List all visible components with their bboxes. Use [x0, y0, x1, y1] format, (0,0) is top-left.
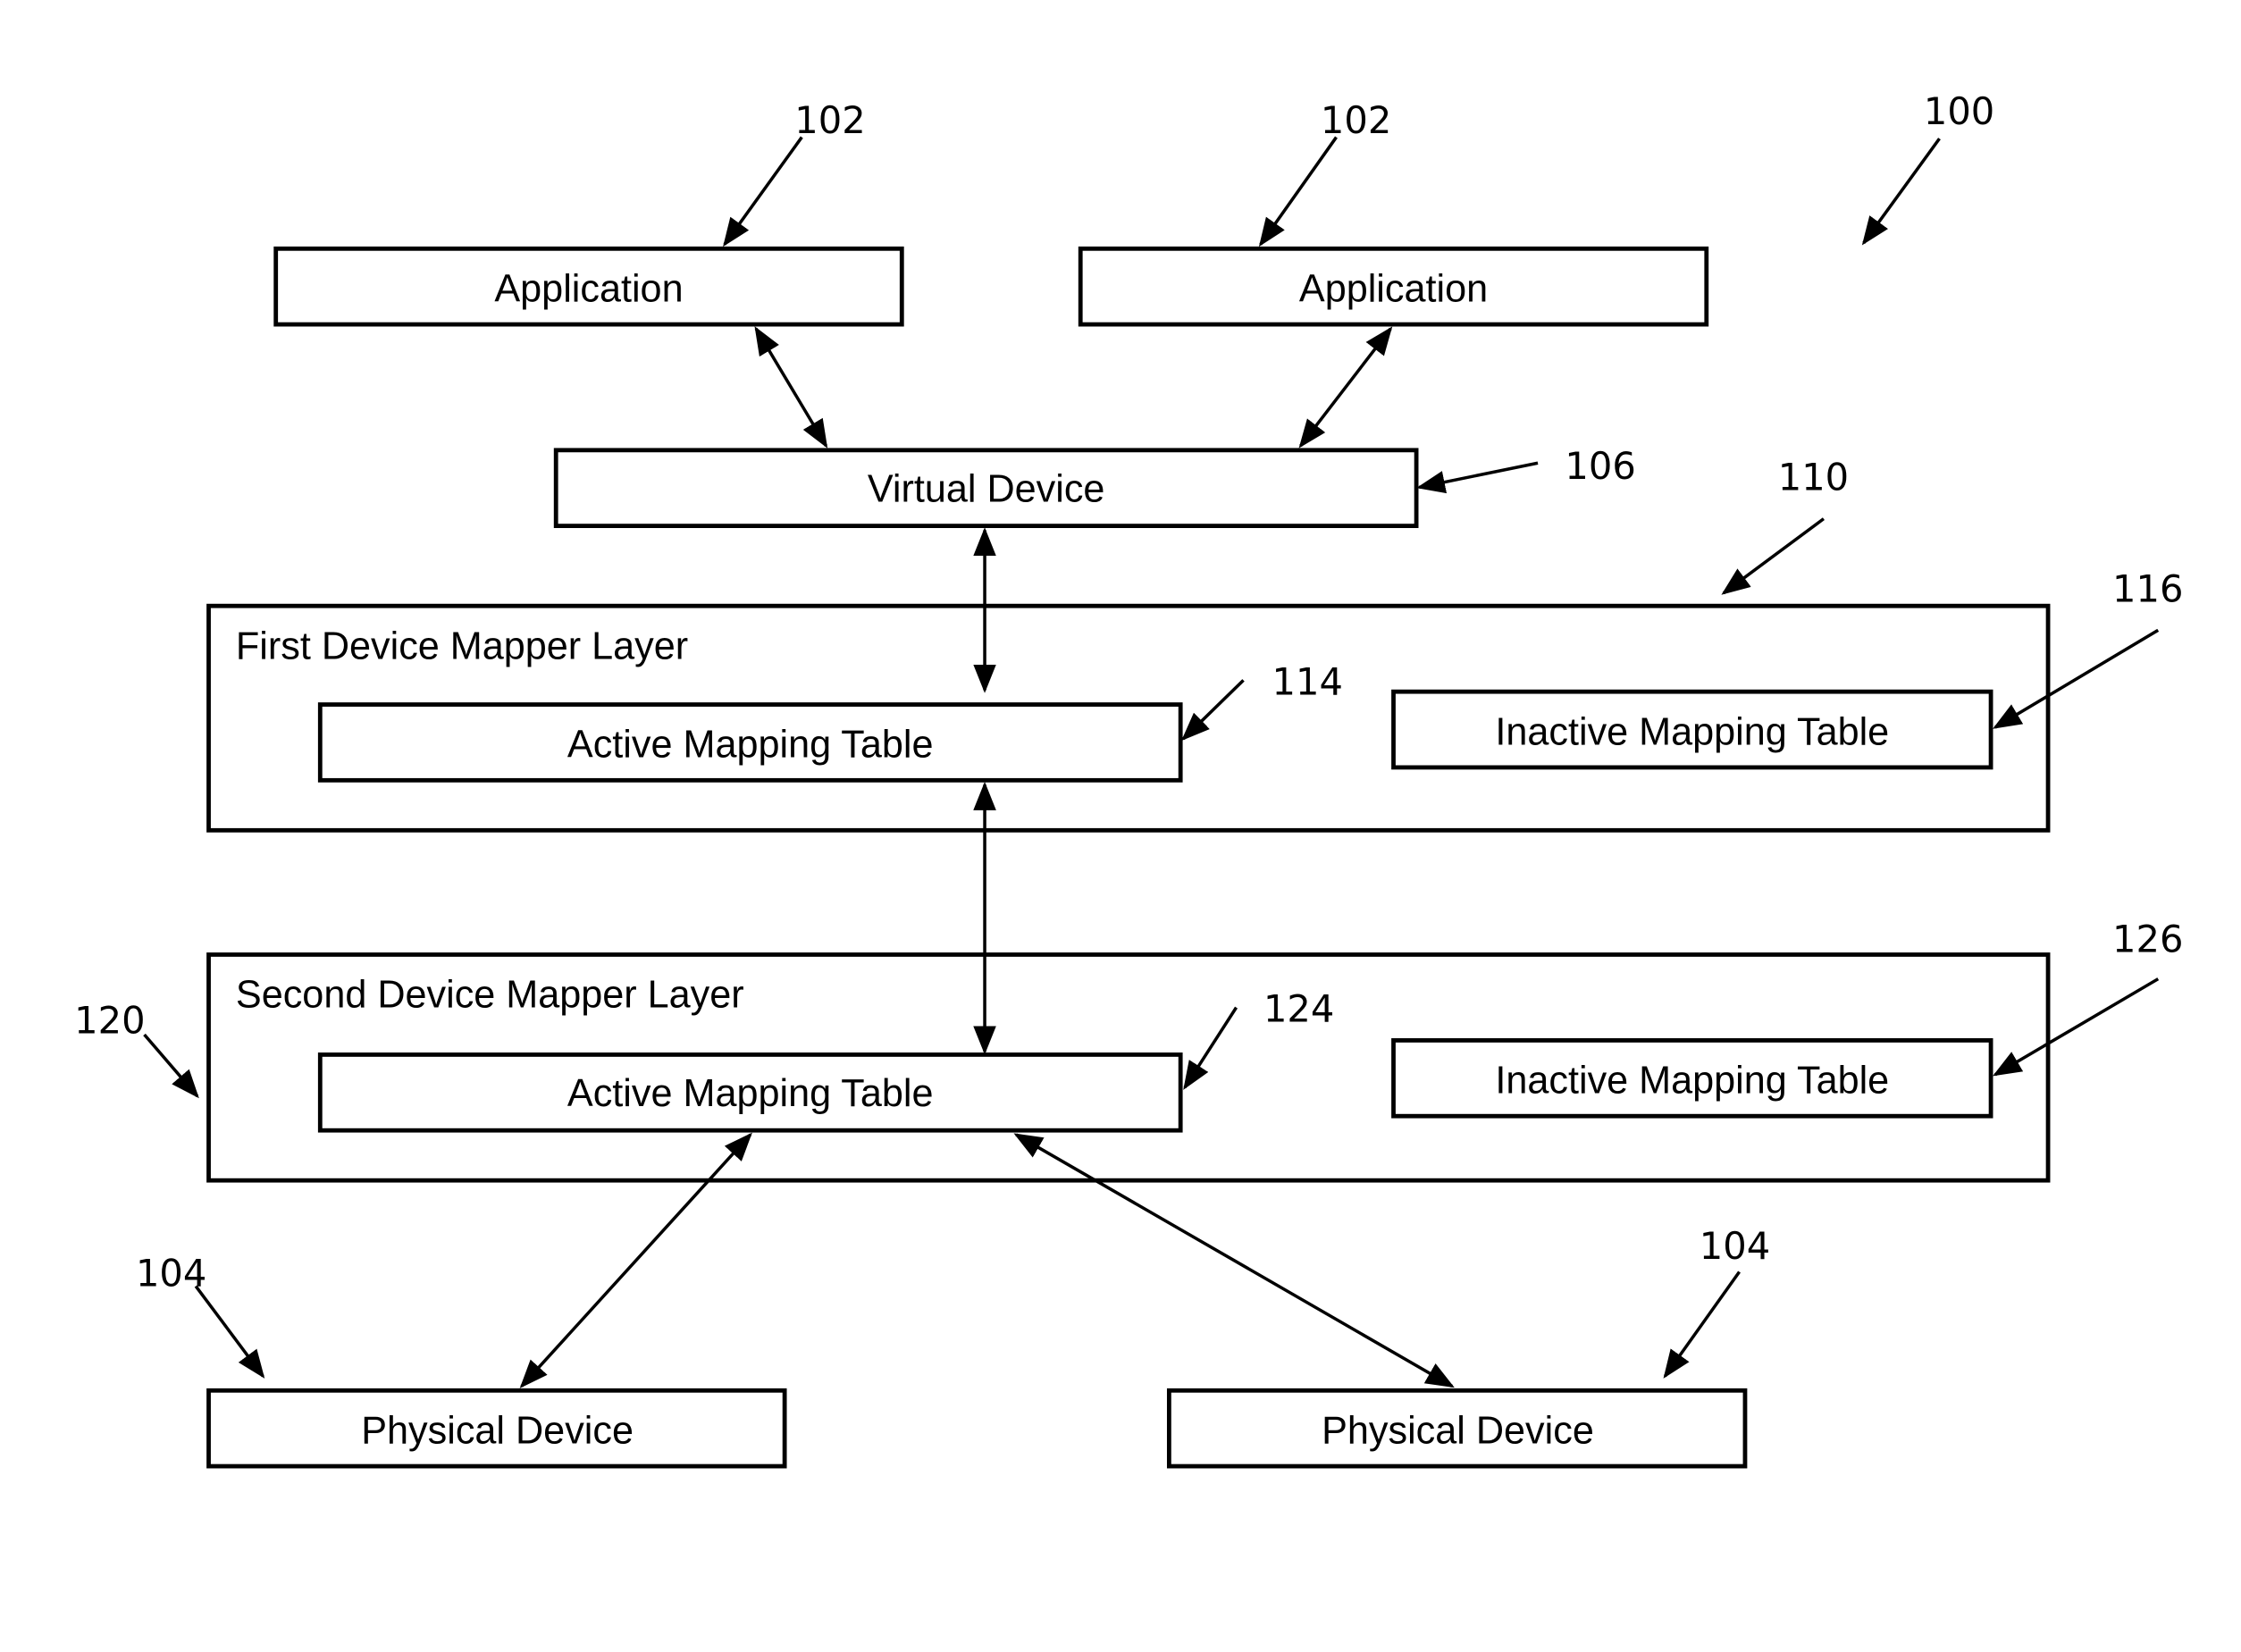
application-box-2: Application [1078, 246, 1709, 327]
ref-numeral-114: 114 [1272, 659, 1343, 703]
physical-device-label: Physical Device [361, 1409, 634, 1452]
virtual-device-box: Virtual Device [553, 448, 1419, 529]
second-layer-label: Second Device Mapper Layer [236, 974, 744, 1017]
ref-numeral-102: 102 [794, 98, 865, 142]
ref-numeral-104: 104 [136, 1252, 206, 1296]
leader-arrow-120 [143, 1033, 199, 1099]
physical-device-box-2: Physical Device [1166, 1388, 1748, 1469]
physical-device-box-1: Physical Device [206, 1388, 787, 1469]
ref-numeral-106: 106 [1565, 444, 1635, 488]
ref-numeral-120: 120 [74, 998, 145, 1042]
leader-arrow-102-b [1258, 136, 1338, 247]
connector-app1-virtual [754, 326, 828, 449]
first-layer-label: First Device Mapper Layer [236, 625, 688, 667]
application-label: Application [1299, 267, 1488, 310]
second-active-mapping-table: Active Mapping Table [317, 1052, 1183, 1133]
leader-arrow-102-a [723, 136, 803, 247]
device-mapper-diagram: First Device Mapper Layer Second Device … [74, 89, 2183, 1469]
ref-numeral-100: 100 [1924, 89, 1994, 133]
leader-arrow-104-a [194, 1285, 265, 1379]
application-box-1: Application [273, 246, 904, 327]
ref-numeral-102: 102 [1321, 98, 1391, 142]
ref-numeral-104: 104 [1700, 1224, 1770, 1268]
application-label: Application [494, 267, 683, 310]
leader-arrow-110 [1721, 517, 1825, 595]
virtual-device-label: Virtual Device [868, 467, 1105, 510]
first-inactive-mapping-table: Inactive Mapping Table [1391, 689, 1993, 770]
leader-arrow-104-b [1663, 1270, 1742, 1379]
leader-arrow-100 [1861, 138, 1941, 246]
second-inactive-mapping-table: Inactive Mapping Table [1391, 1038, 1993, 1119]
ref-numeral-110: 110 [1778, 456, 1849, 499]
ref-numeral-126: 126 [2112, 917, 2183, 960]
inactive-table-label: Inactive Mapping Table [1495, 1060, 1889, 1103]
physical-device-label: Physical Device [1322, 1409, 1594, 1452]
ref-numeral-124: 124 [1263, 987, 1334, 1031]
inactive-table-label: Inactive Mapping Table [1495, 710, 1889, 753]
ref-numeral-116: 116 [2112, 566, 2183, 610]
leader-arrow-106 [1416, 461, 1539, 494]
active-table-label: Active Mapping Table [567, 1072, 934, 1115]
active-table-label: Active Mapping Table [567, 724, 934, 767]
first-active-mapping-table: Active Mapping Table [317, 702, 1183, 783]
connector-app2-virtual [1298, 326, 1393, 449]
